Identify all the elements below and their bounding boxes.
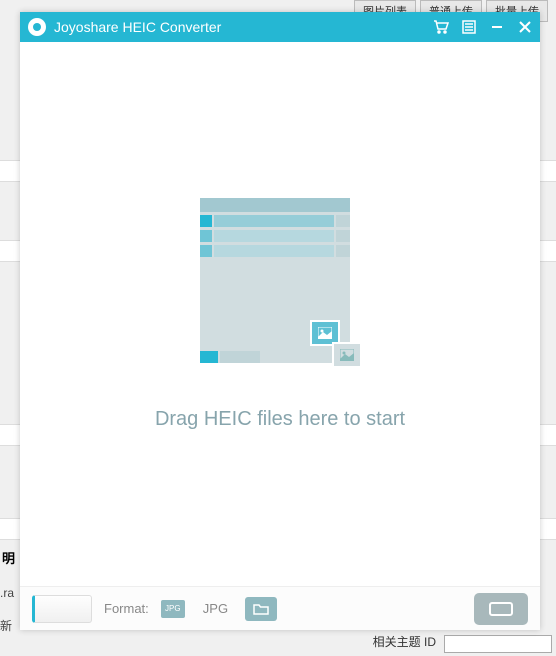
minimize-button[interactable] bbox=[488, 18, 506, 36]
add-files-button[interactable] bbox=[32, 595, 92, 623]
menu-icon[interactable] bbox=[460, 18, 478, 36]
bg-related-id-input[interactable] bbox=[444, 635, 552, 653]
convert-button[interactable] bbox=[474, 593, 528, 625]
format-select[interactable]: JPG bbox=[203, 601, 233, 616]
cart-icon[interactable] bbox=[432, 18, 450, 36]
drop-zone[interactable]: Drag HEIC files here to start bbox=[20, 42, 540, 586]
app-title: Joyoshare HEIC Converter bbox=[54, 19, 432, 35]
close-button[interactable] bbox=[516, 18, 534, 36]
titlebar: Joyoshare HEIC Converter bbox=[20, 12, 540, 42]
bottom-bar: Format: JPG JPG bbox=[20, 586, 540, 630]
format-badge-icon: JPG bbox=[161, 600, 185, 618]
drop-zone-text: Drag HEIC files here to start bbox=[155, 408, 405, 431]
drop-illustration-icon bbox=[200, 198, 360, 388]
bg-text: 明 bbox=[2, 548, 15, 567]
output-folder-button[interactable] bbox=[245, 597, 277, 621]
app-window: Joyoshare HEIC Converter bbox=[20, 12, 540, 630]
bg-text: .ra bbox=[0, 586, 14, 600]
format-label: Format: bbox=[104, 601, 149, 616]
bg-related-id-label: 相关主题 ID bbox=[373, 633, 436, 650]
app-logo-icon bbox=[28, 18, 46, 36]
bg-text: 新 bbox=[0, 617, 12, 634]
